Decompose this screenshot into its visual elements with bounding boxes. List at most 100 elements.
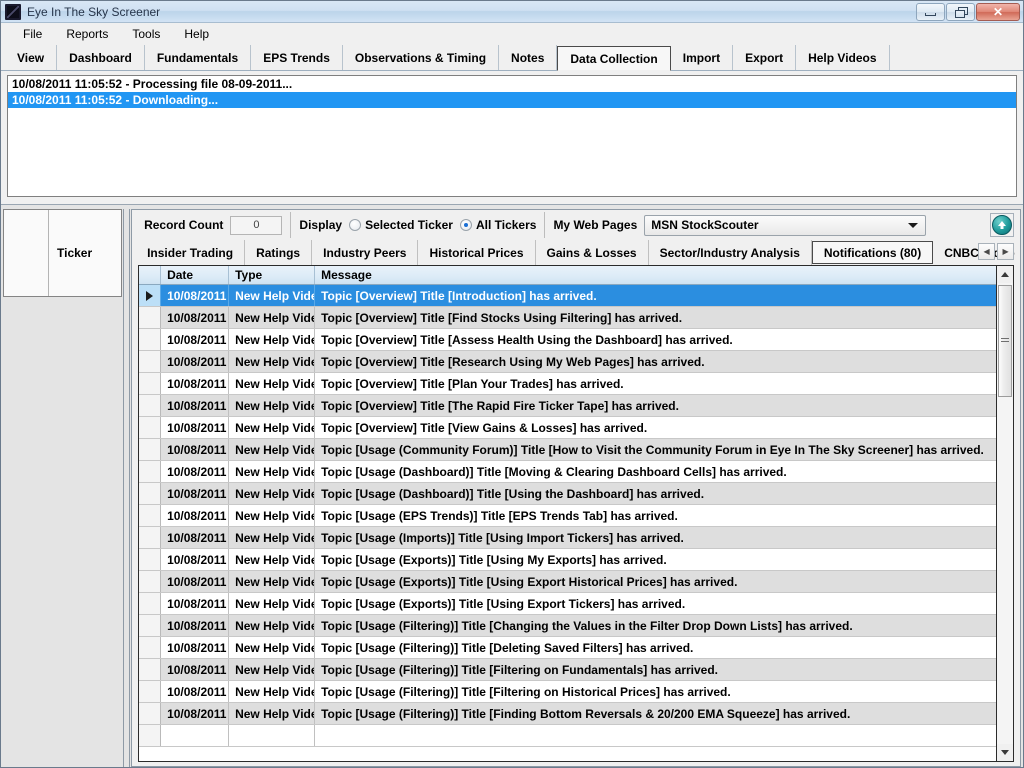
- maximize-restore-button[interactable]: [946, 3, 975, 21]
- tab-observations-timing[interactable]: Observations & Timing: [343, 45, 500, 70]
- cell-date[interactable]: 10/08/2011: [161, 439, 230, 460]
- cell-message[interactable]: Topic [Usage (Filtering)] Title [Deletin…: [315, 637, 996, 658]
- tab-eps-trends[interactable]: EPS Trends: [251, 45, 343, 70]
- cell-message[interactable]: Topic [Usage (Filtering)] Title [Filteri…: [315, 681, 996, 702]
- subtab-ratings[interactable]: Ratings: [245, 240, 313, 265]
- scrollbar-track[interactable]: [997, 283, 1014, 744]
- table-row[interactable]: 10/08/2011New Help VideoTopic [Usage (EP…: [139, 505, 997, 527]
- cell-message[interactable]: Topic [Usage (Dashboard)] Title [Moving …: [315, 461, 996, 482]
- cell-date[interactable]: 10/08/2011: [161, 307, 230, 328]
- menu-item-file[interactable]: File: [11, 25, 54, 43]
- cell-date[interactable]: 10/08/2011: [161, 395, 230, 416]
- subtab-notifications[interactable]: Notifications (80): [811, 241, 934, 264]
- row-selector-cell[interactable]: [139, 395, 162, 416]
- cell-date[interactable]: 10/08/2011: [161, 505, 230, 526]
- cell-type[interactable]: New Help Video: [229, 329, 316, 350]
- row-selector-cell[interactable]: [139, 373, 162, 394]
- cell-message[interactable]: Topic [Overview] Title [Research Using M…: [315, 351, 996, 372]
- table-row[interactable]: 10/08/2011New Help VideoTopic [Usage (Ex…: [139, 549, 997, 571]
- cell-message[interactable]: Topic [Overview] Title [Find Stocks Usin…: [315, 307, 996, 328]
- data-collection-log[interactable]: 10/08/2011 11:05:52 - Processing file 08…: [7, 75, 1017, 197]
- close-button[interactable]: ✕: [976, 3, 1020, 21]
- cell-date[interactable]: 10/08/2011: [161, 549, 230, 570]
- cell-date[interactable]: 10/08/2011: [161, 637, 230, 658]
- row-selector-cell[interactable]: [139, 681, 162, 702]
- cell-message[interactable]: Topic [Usage (Filtering)] Title [Changin…: [315, 615, 996, 636]
- tab-fundamentals[interactable]: Fundamentals: [145, 45, 252, 70]
- cell-message[interactable]: Topic [Overview] Title [Assess Health Us…: [315, 329, 996, 350]
- cell-message[interactable]: Topic [Usage (Filtering)] Title [Filteri…: [315, 659, 996, 680]
- subtab-insider-trading[interactable]: Insider Trading: [136, 240, 246, 265]
- cell-date[interactable]: 10/08/2011: [161, 527, 230, 548]
- chevron-left-icon[interactable]: ◀: [978, 243, 996, 260]
- cell-message[interactable]: Topic [Overview] Title [The Rapid Fire T…: [315, 395, 996, 416]
- table-row[interactable]: 10/08/2011New Help VideoTopic [Usage (Im…: [139, 527, 997, 549]
- row-selector-cell[interactable]: [139, 571, 162, 592]
- tab-dashboard[interactable]: Dashboard: [57, 45, 145, 70]
- row-selector-cell[interactable]: [139, 329, 162, 350]
- ticker-grid[interactable]: Ticker: [3, 209, 123, 297]
- cell-date[interactable]: 10/08/2011: [161, 593, 230, 614]
- menu-item-reports[interactable]: Reports: [54, 25, 120, 43]
- cell-date[interactable]: 10/08/2011: [161, 285, 230, 306]
- menu-item-help[interactable]: Help: [172, 25, 221, 43]
- cell-date[interactable]: 10/08/2011: [161, 329, 230, 350]
- cell-type[interactable]: New Help Video: [229, 527, 316, 548]
- table-row[interactable]: 10/08/2011New Help VideoTopic [Overview]…: [139, 395, 997, 417]
- row-selector-cell[interactable]: [139, 505, 162, 526]
- table-row[interactable]: 10/08/2011New Help VideoTopic [Overview]…: [139, 373, 997, 395]
- cell-type[interactable]: [229, 725, 316, 746]
- cell-type[interactable]: New Help Video: [229, 659, 316, 680]
- cell-date[interactable]: 10/08/2011: [161, 681, 230, 702]
- tab-view[interactable]: View: [5, 45, 58, 70]
- cell-message[interactable]: Topic [Usage (Exports)] Title [Using My …: [315, 549, 996, 570]
- row-selector-cell[interactable]: [139, 725, 162, 746]
- cell-message[interactable]: Topic [Usage (Filtering)] Title [Finding…: [315, 703, 996, 724]
- cell-message[interactable]: Topic [Usage (Imports)] Title [Using Imp…: [315, 527, 996, 548]
- cell-message[interactable]: Topic [Usage (Dashboard)] Title [Using t…: [315, 483, 996, 504]
- scroll-down-icon[interactable]: [997, 744, 1014, 761]
- chevron-down-icon[interactable]: [908, 222, 919, 228]
- table-row[interactable]: 10/08/2011New Help VideoTopic [Overview]…: [139, 285, 997, 307]
- row-selector-cell[interactable]: [139, 461, 162, 482]
- table-row[interactable]: 10/08/2011New Help VideoTopic [Overview]…: [139, 329, 997, 351]
- minimize-button[interactable]: [916, 3, 945, 21]
- row-selector-cell[interactable]: [139, 307, 162, 328]
- tab-data-collection[interactable]: Data Collection: [557, 46, 671, 71]
- menu-item-tools[interactable]: Tools: [120, 25, 172, 43]
- table-row[interactable]: 10/08/2011New Help VideoTopic [Usage (Ex…: [139, 571, 997, 593]
- cell-type[interactable]: New Help Video: [229, 681, 316, 702]
- cell-type[interactable]: New Help Video: [229, 307, 316, 328]
- cell-date[interactable]: [161, 725, 230, 746]
- grid-header-date[interactable]: Date: [161, 266, 230, 284]
- grid-vertical-scrollbar[interactable]: [997, 265, 1015, 762]
- cell-date[interactable]: 10/08/2011: [161, 373, 230, 394]
- table-row[interactable]: 10/08/2011New Help VideoTopic [Usage (Da…: [139, 483, 997, 505]
- row-selector-cell[interactable]: [139, 439, 162, 460]
- tab-help-videos[interactable]: Help Videos: [796, 45, 890, 70]
- cell-message[interactable]: Topic [Usage (Community Forum)] Title [H…: [315, 439, 996, 460]
- cell-type[interactable]: New Help Video: [229, 483, 316, 504]
- subtab-sector-industry-analysis[interactable]: Sector/Industry Analysis: [649, 240, 812, 265]
- grid-header-message[interactable]: Message: [315, 266, 997, 284]
- cell-date[interactable]: 10/08/2011: [161, 483, 230, 504]
- row-selector-cell[interactable]: [139, 527, 162, 548]
- row-selector-cell[interactable]: [139, 615, 162, 636]
- tab-import[interactable]: Import: [671, 45, 734, 70]
- radio-button-checked-icon[interactable]: [459, 219, 472, 231]
- row-selector-cell[interactable]: [139, 417, 162, 438]
- row-selector-cell[interactable]: [139, 593, 162, 614]
- table-row[interactable]: 10/08/2011New Help VideoTopic [Usage (Ex…: [139, 593, 997, 615]
- log-line[interactable]: 10/08/2011 11:05:52 - Processing file 08…: [8, 76, 1016, 92]
- log-line[interactable]: 10/08/2011 11:05:52 - Downloading...: [8, 92, 1016, 108]
- horizontal-splitter[interactable]: [1, 197, 1023, 205]
- cell-type[interactable]: New Help Video: [229, 615, 316, 636]
- cell-type[interactable]: New Help Video: [229, 351, 316, 372]
- scrollbar-thumb[interactable]: [998, 285, 1013, 397]
- cell-message[interactable]: Topic [Overview] Title [View Gains & Los…: [315, 417, 996, 438]
- cell-type[interactable]: New Help Video: [229, 703, 316, 724]
- cell-message[interactable]: Topic [Usage (Exports)] Title [Using Exp…: [315, 593, 996, 614]
- cell-date[interactable]: 10/08/2011: [161, 461, 230, 482]
- table-row[interactable]: 10/08/2011New Help VideoTopic [Usage (Fi…: [139, 659, 997, 681]
- ticker-column-header[interactable]: Ticker: [49, 210, 122, 296]
